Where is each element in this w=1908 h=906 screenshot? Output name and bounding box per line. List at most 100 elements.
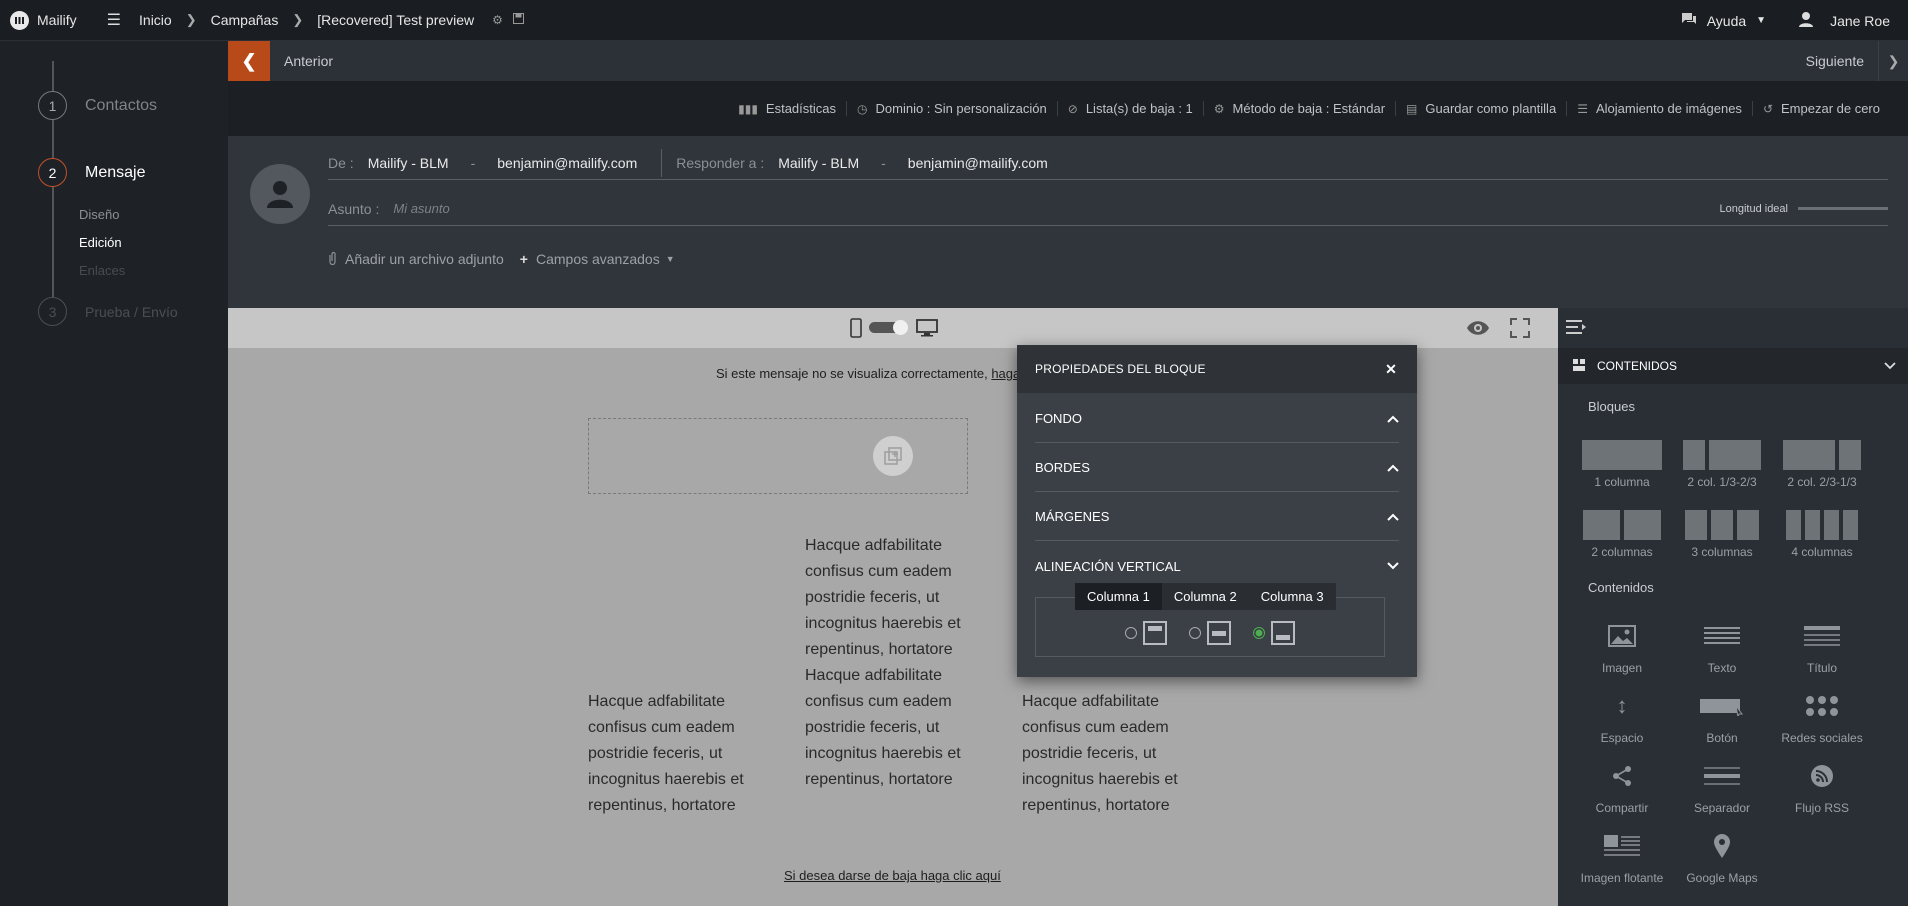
chevron-up-icon[interactable] <box>1387 510 1399 524</box>
content-google-maps[interactable]: Google Maps <box>1680 831 1764 885</box>
content-image[interactable]: Imagen <box>1580 621 1664 675</box>
previous-label[interactable]: Anterior <box>284 53 333 69</box>
content-text[interactable]: Texto <box>1680 621 1764 675</box>
dash-separator: - <box>881 154 886 171</box>
subject-input[interactable]: Mi asunto <box>393 201 449 216</box>
unsubscribe-link[interactable]: Si desea darse de baja haga clic aquí <box>784 868 1001 883</box>
content-separator[interactable]: Separador <box>1680 761 1764 815</box>
brand-logo[interactable]: Mailify <box>10 10 77 30</box>
map-pin-icon <box>1680 831 1764 861</box>
contents-title: CONTENIDOS <box>1597 359 1678 373</box>
block-4-columns[interactable]: 4 columnas <box>1780 510 1864 559</box>
gear-icon[interactable]: ⚙ <box>492 13 503 27</box>
content-label: Título <box>1806 661 1837 675</box>
block-label: 3 columnas <box>1691 545 1753 559</box>
content-space[interactable]: ↕ Espacio <box>1580 691 1664 745</box>
section-bordes[interactable]: BORDES <box>1035 444 1399 492</box>
substep-edicion[interactable]: Edición <box>79 235 122 250</box>
content-share[interactable]: Compartir <box>1580 761 1664 815</box>
substep-enlaces: Enlaces <box>79 263 126 278</box>
step-contactos[interactable]: 1 Contactos <box>38 91 157 120</box>
domain-tool[interactable]: ◷ Dominio : Sin personalización <box>846 101 1057 116</box>
chevron-up-icon[interactable] <box>1387 461 1399 475</box>
from-name[interactable]: Mailify - BLM <box>368 155 449 171</box>
chevron-right-icon[interactable]: ❯ <box>1878 41 1908 81</box>
empty-block-dropzone[interactable] <box>588 418 968 494</box>
block-2-col-1-3-2-3[interactable]: 2 col. 1/3-2/3 <box>1680 440 1764 489</box>
breadcrumb-campanas[interactable]: Campañas <box>211 12 279 28</box>
user-icon[interactable] <box>1798 11 1814 30</box>
unsubscribe-list-tool[interactable]: ⊘ Lista(s) de baja : 1 <box>1056 101 1203 116</box>
chevron-down-icon[interactable] <box>1884 359 1896 373</box>
ban-icon: ⊘ <box>1067 101 1078 116</box>
block-3-columns[interactable]: 3 columnas <box>1680 510 1764 559</box>
align-top-option[interactable] <box>1125 621 1167 645</box>
tool-label: Alojamiento de imágenes <box>1595 101 1742 116</box>
radio-align-middle[interactable] <box>1189 627 1201 639</box>
column-2-text-2[interactable]: Hacque adfabilitate confisus cum eadem p… <box>805 663 980 793</box>
column-3-text[interactable]: Hacque adfabilitate confisus cum eadem p… <box>1022 689 1202 819</box>
column-1-text[interactable]: Hacque adfabilitate confisus cum eadem p… <box>588 689 763 819</box>
align-bottom-option[interactable] <box>1253 621 1295 645</box>
mobile-icon[interactable] <box>850 318 862 343</box>
save-template-tool[interactable]: ▤ Guardar como plantilla <box>1395 101 1566 116</box>
from-email[interactable]: benjamin@mailify.com <box>497 155 637 171</box>
reply-to-name[interactable]: Mailify - BLM <box>778 155 859 171</box>
block-1-column[interactable]: 1 columna <box>1580 440 1664 489</box>
substep-diseno[interactable]: Diseño <box>79 207 119 222</box>
radio-align-bottom[interactable] <box>1253 627 1265 639</box>
content-rss[interactable]: Flujo RSS <box>1780 761 1864 815</box>
chat-icon[interactable] <box>1681 12 1697 29</box>
section-fondo[interactable]: FONDO <box>1035 395 1399 443</box>
fullscreen-icon[interactable] <box>1510 318 1530 343</box>
content-social[interactable]: Redes sociales <box>1780 691 1864 745</box>
content-button[interactable]: Botón <box>1680 691 1764 745</box>
block-2-columns[interactable]: 2 columnas <box>1580 510 1664 559</box>
content-floating-image[interactable]: Imagen flotante <box>1580 831 1664 885</box>
chevron-up-icon[interactable] <box>1387 412 1399 426</box>
advanced-fields-link[interactable]: Campos avanzados <box>536 251 660 267</box>
tools-bar: ▮▮▮ Estadísticas ◷ Dominio : Sin personali… <box>228 81 1908 136</box>
tab-columna-1[interactable]: Columna 1 <box>1075 583 1162 610</box>
add-content-icon[interactable] <box>873 436 913 476</box>
step-mensaje[interactable]: 2 Mensaje <box>38 158 145 187</box>
step-number: 2 <box>38 158 67 187</box>
content-title[interactable]: Título <box>1780 621 1864 675</box>
block-2-col-2-3-1-3[interactable]: 2 col. 2/3-1/3 <box>1780 440 1864 489</box>
radio-align-top[interactable] <box>1125 627 1137 639</box>
content-label: Espacio <box>1600 731 1644 745</box>
desktop-icon[interactable] <box>916 319 938 342</box>
help-menu[interactable]: Ayuda <box>1707 13 1746 29</box>
hamburger-menu-icon[interactable]: ☰ <box>107 10 121 30</box>
eye-icon[interactable] <box>1466 320 1490 341</box>
tab-columna-3[interactable]: Columna 3 <box>1248 583 1336 610</box>
text-icon <box>1680 621 1764 651</box>
chevron-right-icon: ❯ <box>185 12 197 27</box>
start-over-tool[interactable]: ↺ Empezar de cero <box>1751 101 1890 116</box>
column-2-text-1[interactable]: Hacque adfabilitate confisus cum eadem p… <box>805 533 980 663</box>
reply-to-email[interactable]: benjamin@mailify.com <box>908 155 1048 171</box>
next-label[interactable]: Siguiente <box>1806 53 1864 69</box>
chevron-down-icon[interactable] <box>1387 559 1399 573</box>
user-icon <box>267 181 293 208</box>
align-middle-option[interactable] <box>1189 621 1231 645</box>
close-icon[interactable]: ✕ <box>1385 361 1397 378</box>
unsubscribe-method-tool[interactable]: ⚙ Método de baja : Estándar <box>1202 101 1395 116</box>
previous-button[interactable]: ❮ <box>228 41 270 81</box>
gear-icon: ⚙ <box>1213 101 1225 116</box>
chevron-right-icon: ❯ <box>292 12 304 27</box>
contents-panel-header[interactable]: CONTENIDOS <box>1558 348 1908 384</box>
panel-collapse-icon[interactable] <box>1566 319 1588 340</box>
notice-link[interactable]: haga <box>991 366 1020 381</box>
view-toggle[interactable] <box>869 320 908 335</box>
chevron-down-icon[interactable]: ▼ <box>666 254 675 264</box>
tab-columna-2[interactable]: Columna 2 <box>1161 583 1249 610</box>
stats-tool[interactable]: ▮▮▮ Estadísticas <box>728 101 846 116</box>
breadcrumb-inicio[interactable]: Inicio <box>139 12 172 28</box>
user-name[interactable]: Jane Roe <box>1830 13 1890 29</box>
image-hosting-tool[interactable]: ☰ Alojamiento de imágenes <box>1566 101 1752 116</box>
chevron-down-icon[interactable]: ▼ <box>1756 15 1766 26</box>
section-margenes[interactable]: MÁRGENES <box>1035 493 1399 541</box>
attach-file-link[interactable]: Añadir un archivo adjunto <box>345 251 504 267</box>
save-icon[interactable] <box>512 13 524 27</box>
